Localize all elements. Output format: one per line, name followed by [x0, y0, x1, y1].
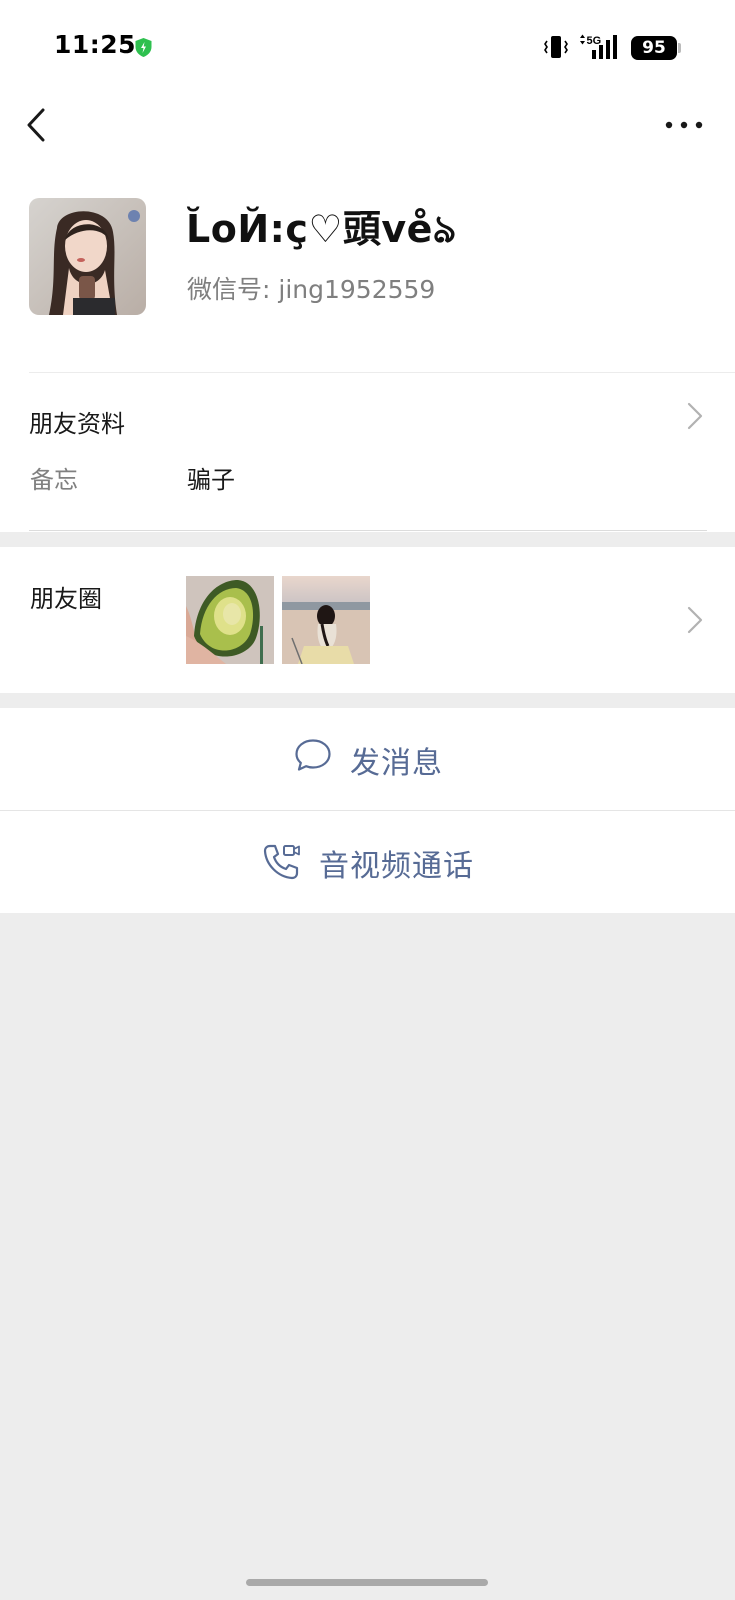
chat-bubble-icon [295, 739, 331, 771]
more-icon [665, 121, 703, 129]
friend-info-title: 朋友资料 [29, 410, 125, 438]
more-button[interactable] [660, 110, 710, 140]
chevron-right-icon [687, 402, 703, 430]
remark-value: 骗子 [187, 466, 235, 494]
battery-cap [678, 43, 681, 53]
send-message-button[interactable]: 发消息 [0, 708, 735, 810]
status-time: 11:25 [54, 30, 137, 59]
video-call-label: 音视频通话 [319, 849, 474, 884]
divider [29, 530, 707, 531]
contact-nickname: L̆oЙ:ç♡頭ve̊ঌ [186, 207, 457, 251]
svg-text:5G: 5G [587, 35, 602, 47]
chevron-right-icon [687, 606, 703, 634]
send-message-label: 发消息 [350, 746, 443, 781]
moments-row[interactable]: 朋友圈 [0, 547, 735, 693]
friend-info-row[interactable]: 朋友资料 备忘 骗子 [0, 373, 735, 531]
home-indicator[interactable] [246, 1579, 488, 1586]
signal-icon: 5G [580, 34, 617, 59]
battery-icon: 95 [631, 36, 677, 60]
back-button[interactable] [20, 103, 54, 147]
moments-thumbnail [186, 576, 274, 664]
moments-title: 朋友圈 [30, 585, 102, 613]
avatar[interactable] [29, 198, 146, 315]
moments-thumbnail [282, 576, 370, 664]
wechat-id[interactable]: 微信号: jing1952559 [187, 270, 435, 306]
shield-icon [135, 38, 152, 57]
chevron-left-icon [27, 108, 45, 142]
contact-profile-page: 11:25 5G 95 L̆oЙ:ç♡頭ve̊ঌ 微信号: jing195255… [0, 0, 735, 1600]
remark-label: 备忘 [30, 466, 78, 494]
vibrate-icon [544, 36, 568, 58]
video-call-button[interactable]: 音视频通话 [0, 811, 735, 913]
video-call-icon [263, 844, 300, 880]
